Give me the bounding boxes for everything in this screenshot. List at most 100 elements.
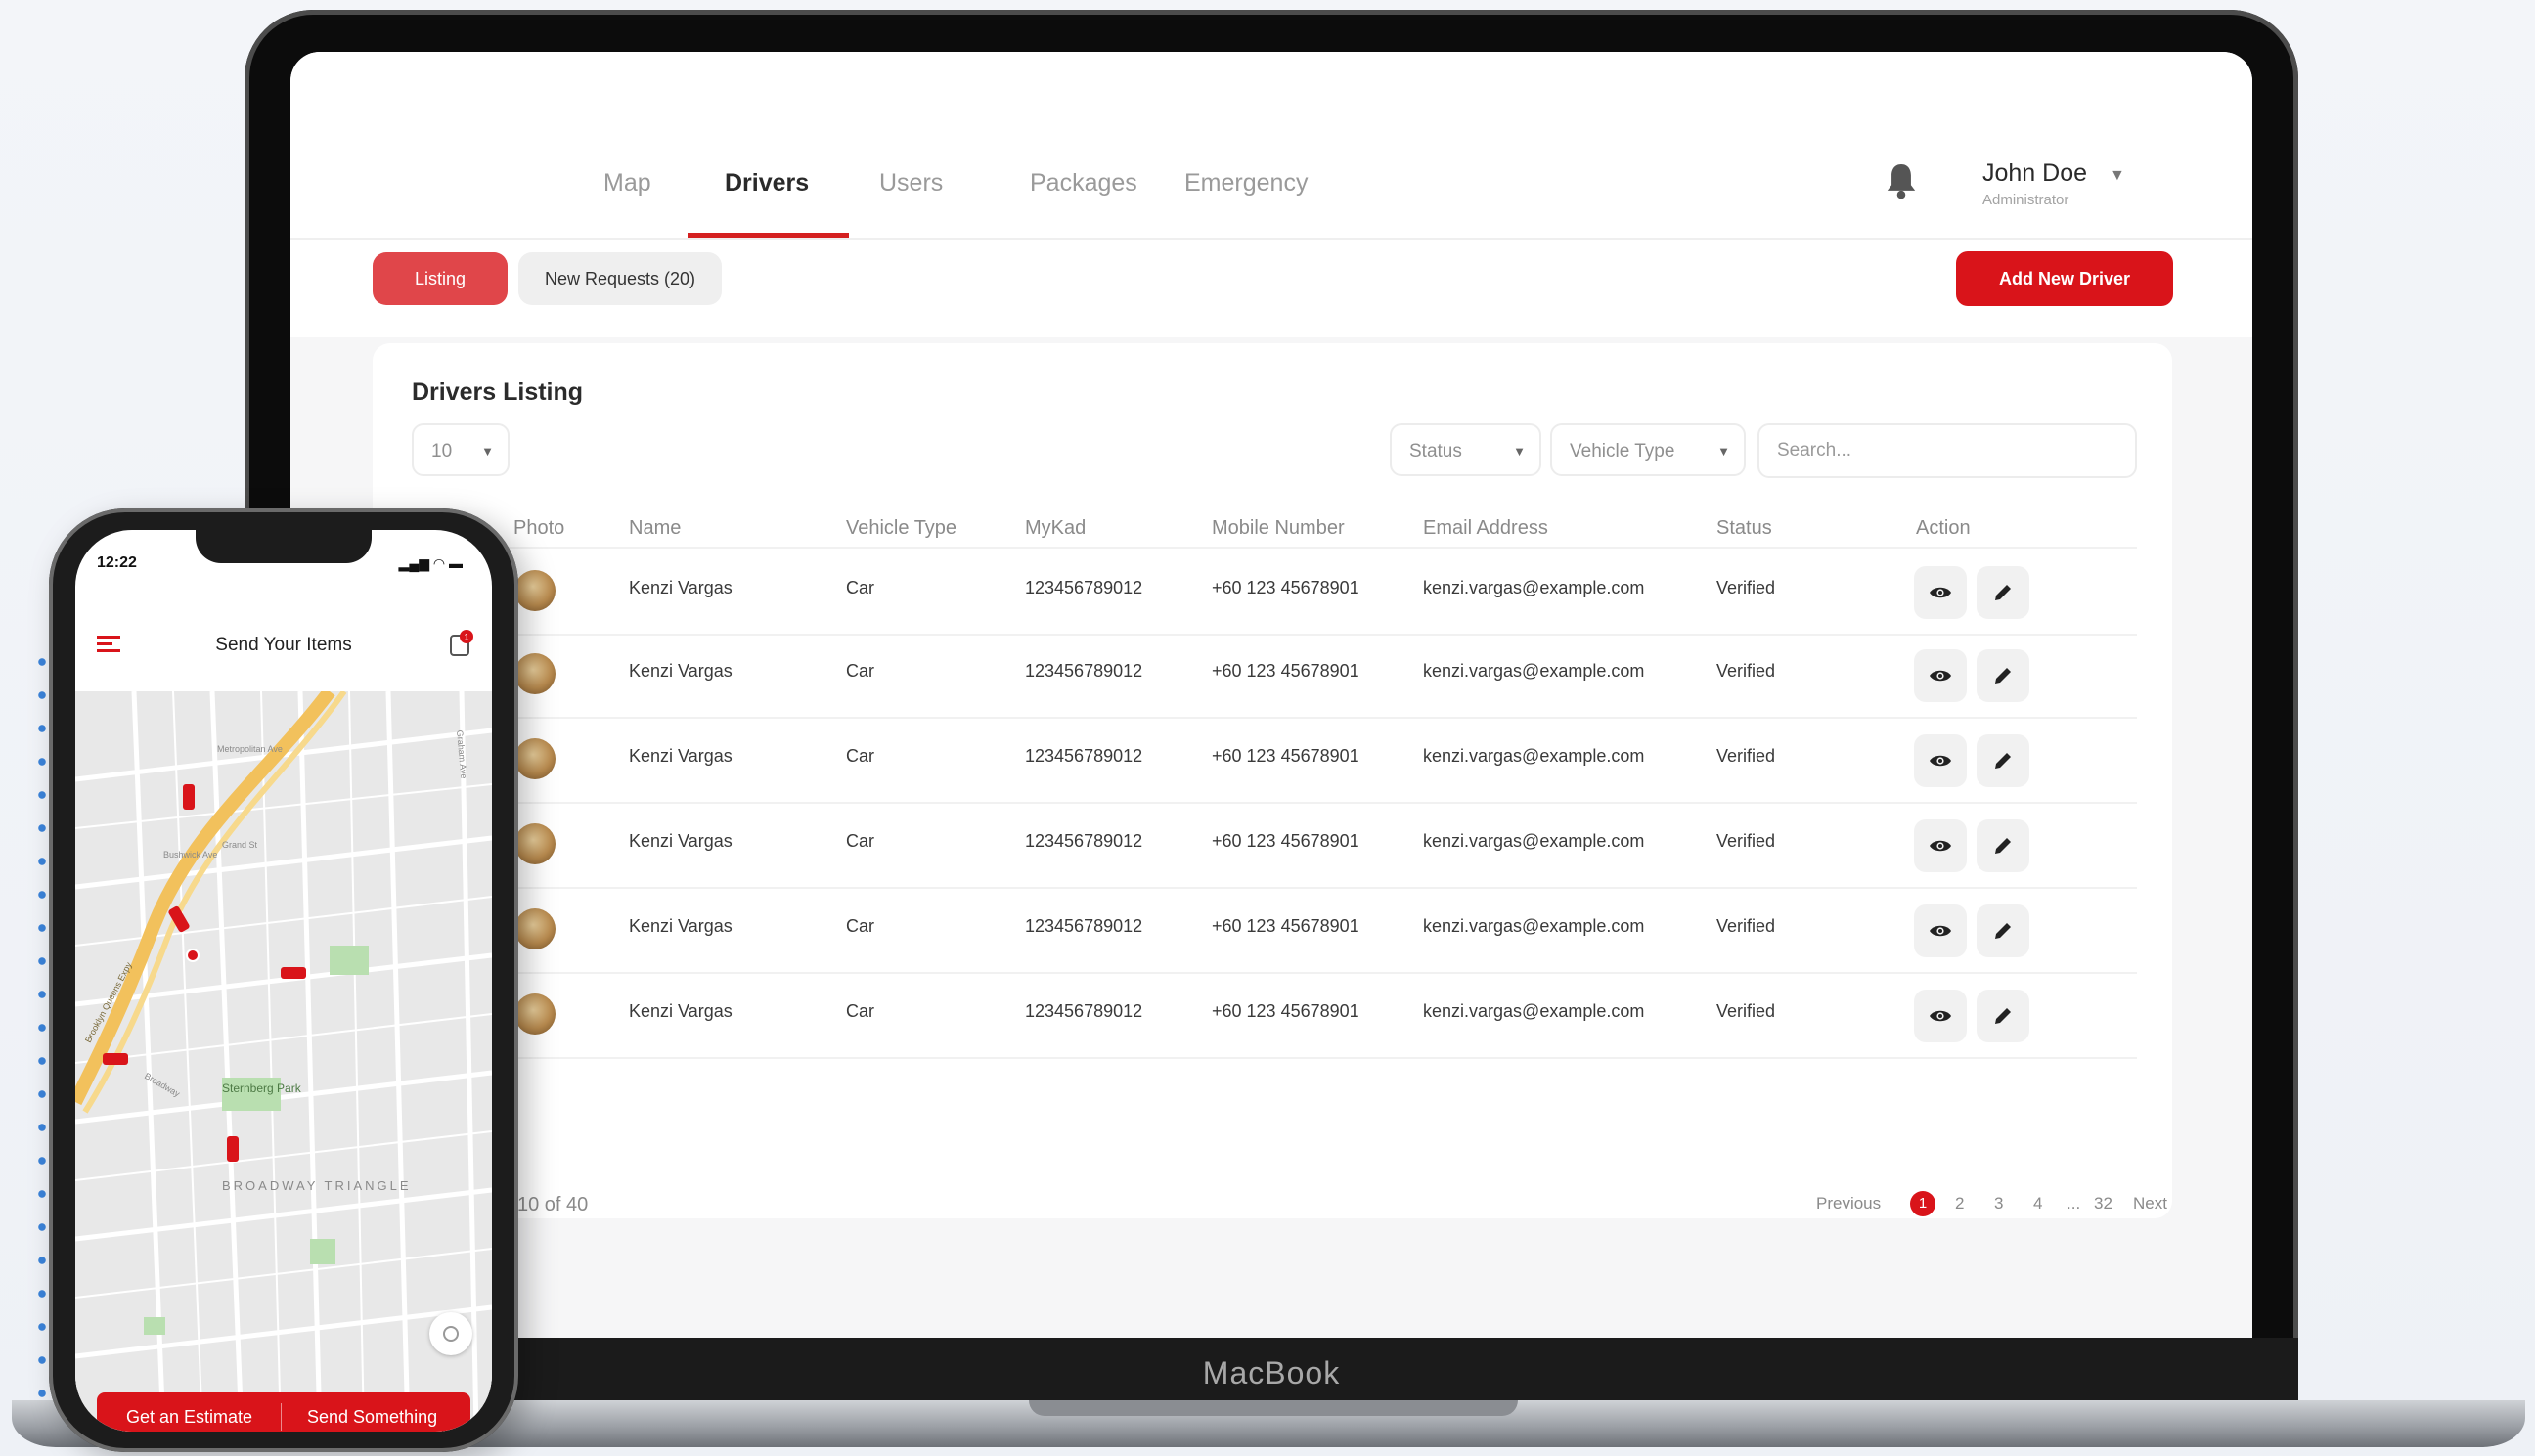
email-address: kenzi.vargas@example.com bbox=[1423, 746, 1645, 766]
phone-notch bbox=[196, 530, 372, 563]
view-button[interactable] bbox=[1914, 566, 1967, 619]
pagination-ellipsis: ... bbox=[2067, 1194, 2081, 1213]
driver-name[interactable]: Kenzi Vargas bbox=[629, 578, 733, 598]
laptop-screen: Map Drivers Users Packages Emergency Joh… bbox=[290, 52, 2252, 1352]
chevron-down-icon[interactable]: ▼ bbox=[2110, 167, 2125, 185]
mobile-number: +60 123 45678901 bbox=[1212, 1001, 1359, 1021]
column-header-name: Name bbox=[629, 517, 682, 539]
active-tab-indicator bbox=[688, 233, 849, 238]
phone: 12:22 ▂▄▆ ◠ ▬ Send Your Items 1 Sternber… bbox=[49, 508, 518, 1452]
table-row: Kenzi Vargas Car 123456789012 +60 123 45… bbox=[373, 972, 2137, 1059]
driver-name[interactable]: Kenzi Vargas bbox=[629, 661, 733, 682]
action-divider bbox=[281, 1403, 282, 1431]
view-button[interactable] bbox=[1914, 734, 1967, 787]
map-label: BROADWAY TRIANGLE bbox=[222, 1178, 412, 1193]
listing-button[interactable]: Listing bbox=[373, 252, 508, 305]
status-filter-select[interactable]: Status ▼ bbox=[1390, 423, 1541, 476]
map-label: Bushwick Ave bbox=[163, 850, 217, 860]
laptop-brand-label: MacBook bbox=[245, 1338, 2298, 1408]
view-button[interactable] bbox=[1914, 649, 1967, 702]
mykad: 123456789012 bbox=[1025, 746, 1143, 766]
map-label: Sternberg Park bbox=[222, 1081, 302, 1095]
vehicle-type: Car bbox=[846, 916, 875, 936]
edit-button[interactable] bbox=[1977, 649, 2029, 702]
status-badge: Verified bbox=[1716, 916, 1776, 936]
vehicle-type-filter-select[interactable]: Vehicle Type ▼ bbox=[1550, 423, 1746, 476]
mykad: 123456789012 bbox=[1025, 1001, 1143, 1021]
tab-drivers[interactable]: Drivers bbox=[725, 169, 809, 198]
status-badge: Verified bbox=[1716, 746, 1776, 766]
edit-button[interactable] bbox=[1977, 990, 2029, 1042]
tab-emergency[interactable]: Emergency bbox=[1184, 169, 1308, 198]
mykad: 123456789012 bbox=[1025, 578, 1143, 597]
view-button[interactable] bbox=[1914, 990, 1967, 1042]
vehicle-type: Car bbox=[846, 1001, 875, 1021]
results-count: 10 of 40 bbox=[517, 1194, 589, 1215]
column-header-vehicle-type: Vehicle Type bbox=[846, 517, 957, 539]
tab-packages[interactable]: Packages bbox=[1030, 169, 1137, 198]
mykad: 123456789012 bbox=[1025, 916, 1143, 936]
pagination-page[interactable]: 32 bbox=[2094, 1194, 2112, 1213]
map-label: Metropolitan Ave bbox=[217, 744, 283, 754]
driver-name[interactable]: Kenzi Vargas bbox=[629, 916, 733, 937]
pagination-page[interactable]: 3 bbox=[1994, 1194, 2003, 1213]
pencil-icon bbox=[1995, 753, 2011, 769]
map-label: Grand St bbox=[222, 840, 258, 850]
pagination-page-current[interactable]: 1 bbox=[1910, 1191, 1935, 1216]
column-header-photo: Photo bbox=[513, 517, 565, 539]
table-row: Kenzi Vargas Car 123456789012 +60 123 45… bbox=[373, 802, 2137, 889]
top-navigation: Map Drivers Users Packages Emergency Joh… bbox=[290, 52, 2252, 240]
pagination-previous[interactable]: Previous bbox=[1816, 1194, 1881, 1213]
pencil-icon bbox=[1995, 838, 2011, 854]
phone-action-bar: Get an Estimate Send Something bbox=[97, 1392, 470, 1432]
table-row: Kenzi Vargas Car 123456789012 +60 123 45… bbox=[373, 547, 2137, 636]
eye-icon bbox=[1930, 587, 1951, 598]
driver-name[interactable]: Kenzi Vargas bbox=[629, 1001, 733, 1022]
user-name[interactable]: John Doe bbox=[1982, 159, 2087, 188]
column-header-status: Status bbox=[1716, 517, 1772, 539]
avatar bbox=[514, 738, 556, 779]
chevron-down-icon: ▼ bbox=[481, 444, 494, 459]
view-button[interactable] bbox=[1914, 904, 1967, 957]
pagination-page[interactable]: 2 bbox=[1955, 1194, 1964, 1213]
column-header-mobile-number: Mobile Number bbox=[1212, 517, 1345, 539]
page-size-select[interactable]: 10 ▼ bbox=[412, 423, 510, 476]
get-estimate-button[interactable]: Get an Estimate bbox=[126, 1407, 252, 1428]
clipboard-icon[interactable]: 1 bbox=[449, 630, 474, 657]
new-requests-button[interactable]: New Requests (20) bbox=[518, 252, 722, 305]
edit-button[interactable] bbox=[1977, 566, 2029, 619]
phone-screen: 12:22 ▂▄▆ ◠ ▬ Send Your Items 1 Sternber… bbox=[75, 530, 492, 1432]
mobile-number: +60 123 45678901 bbox=[1212, 661, 1359, 681]
status-badge: Verified bbox=[1716, 578, 1776, 597]
driver-name[interactable]: Kenzi Vargas bbox=[629, 831, 733, 852]
tab-users[interactable]: Users bbox=[879, 169, 943, 198]
locate-button[interactable] bbox=[429, 1312, 472, 1355]
edit-button[interactable] bbox=[1977, 904, 2029, 957]
driver-name[interactable]: Kenzi Vargas bbox=[629, 746, 733, 767]
column-header-action: Action bbox=[1916, 517, 1971, 539]
avatar bbox=[514, 823, 556, 864]
email-address: kenzi.vargas@example.com bbox=[1423, 578, 1645, 597]
pagination-page[interactable]: 4 bbox=[2033, 1194, 2042, 1213]
pagination-next[interactable]: Next bbox=[2133, 1194, 2167, 1213]
status-badge: Verified bbox=[1716, 1001, 1776, 1021]
mykad: 123456789012 bbox=[1025, 831, 1143, 851]
vehicle-type: Car bbox=[846, 831, 875, 851]
mobile-number: +60 123 45678901 bbox=[1212, 578, 1359, 597]
edit-button[interactable] bbox=[1977, 819, 2029, 872]
vehicle-type: Car bbox=[846, 661, 875, 681]
pencil-icon bbox=[1995, 668, 2011, 684]
phone-status-icons: ▂▄▆ ◠ ▬ bbox=[398, 555, 463, 571]
avatar bbox=[514, 908, 556, 949]
view-button[interactable] bbox=[1914, 819, 1967, 872]
search-input[interactable] bbox=[1757, 423, 2137, 478]
send-something-button[interactable]: Send Something bbox=[307, 1407, 437, 1428]
tab-map[interactable]: Map bbox=[603, 169, 651, 198]
edit-button[interactable] bbox=[1977, 734, 2029, 787]
phone-screen-title: Send Your Items bbox=[215, 635, 352, 655]
email-address: kenzi.vargas@example.com bbox=[1423, 831, 1645, 851]
add-new-driver-button[interactable]: Add New Driver bbox=[1956, 251, 2173, 306]
email-address: kenzi.vargas@example.com bbox=[1423, 1001, 1645, 1021]
eye-icon bbox=[1930, 755, 1951, 767]
bell-icon[interactable] bbox=[1885, 161, 1918, 200]
